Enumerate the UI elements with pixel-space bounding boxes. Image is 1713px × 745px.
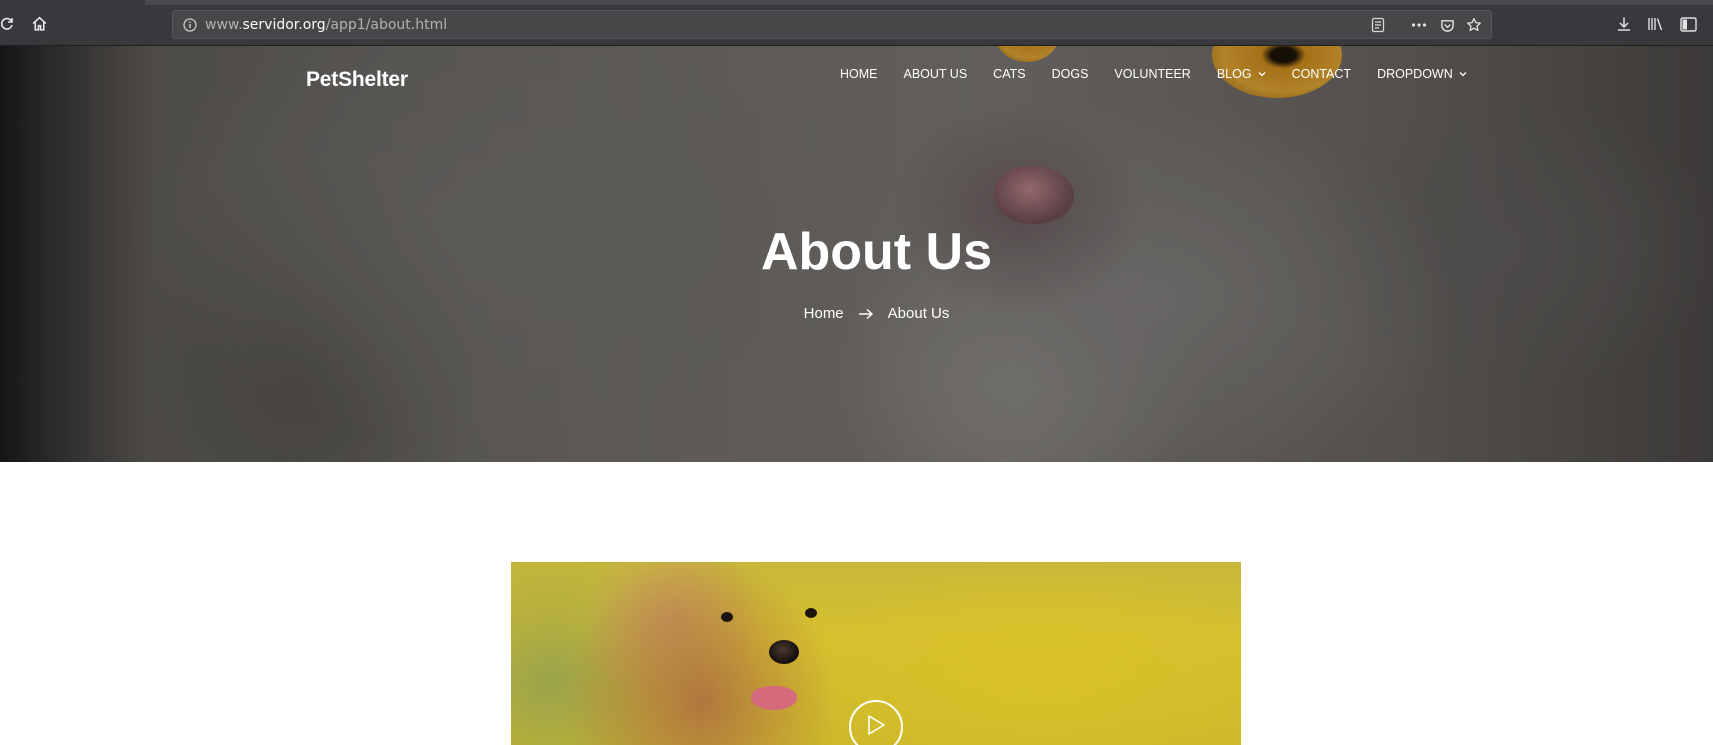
nav-label: CATS xyxy=(993,67,1026,81)
chevron-down-icon xyxy=(1459,71,1467,77)
sidebar-icon[interactable] xyxy=(1678,14,1698,34)
info-icon[interactable] xyxy=(182,17,197,32)
nav-item-dropdown[interactable]: DROPDOWN xyxy=(1377,67,1467,81)
dog-nose xyxy=(769,640,799,664)
nav-label: ABOUT US xyxy=(903,67,968,81)
nav-label: DOGS xyxy=(1051,67,1089,81)
page-title: About Us xyxy=(760,223,993,281)
url-path: /app1/about.html xyxy=(325,17,448,33)
bookmark-star-icon[interactable] xyxy=(1465,16,1483,34)
dog-tongue xyxy=(751,686,797,710)
nav-item-blog[interactable]: BLOG xyxy=(1217,67,1266,81)
library-icon[interactable] xyxy=(1646,14,1666,34)
nav-label: BLOG xyxy=(1216,67,1252,81)
arrow-right-icon xyxy=(858,308,874,320)
nav-label: VOLUNTEER xyxy=(1114,67,1191,81)
browser-toolbar: www.servidor.org/app1/about.html xyxy=(0,0,1713,46)
home-icon[interactable] xyxy=(29,13,49,33)
nav-item-cats[interactable]: CATS xyxy=(993,67,1025,81)
downloads-icon[interactable] xyxy=(1614,14,1634,34)
reload-icon[interactable] xyxy=(0,13,17,33)
url-prefix: www. xyxy=(205,17,243,33)
play-button[interactable] xyxy=(849,700,903,745)
page-actions-icon[interactable] xyxy=(1410,16,1428,34)
dog-eye-left xyxy=(721,612,733,622)
nav-label: CONTACT xyxy=(1291,67,1352,81)
nav-item-about-us[interactable]: ABOUT US xyxy=(904,67,968,81)
breadcrumb-home-link[interactable]: Home xyxy=(804,305,844,322)
nav-item-home[interactable]: HOME xyxy=(840,67,878,81)
nav-item-contact[interactable]: CONTACT xyxy=(1292,67,1352,81)
url-text[interactable]: www.servidor.org/app1/about.html xyxy=(205,16,447,34)
play-icon xyxy=(866,714,886,740)
site-logo[interactable]: PetShelter xyxy=(306,68,408,92)
hero-banner: PetShelter HOME ABOUT US CATS DOGS VOLUN… xyxy=(0,46,1713,462)
nav-item-dogs[interactable]: DOGS xyxy=(1052,67,1089,81)
main-nav: HOME ABOUT US CATS DOGS VOLUNTEER BLOG C… xyxy=(840,67,1493,81)
nav-item-volunteer[interactable]: VOLUNTEER xyxy=(1114,67,1190,81)
tab-strip xyxy=(145,0,1713,5)
pocket-icon[interactable] xyxy=(1438,16,1456,34)
url-host: servidor.org xyxy=(242,17,326,33)
chevron-down-icon xyxy=(1258,71,1266,77)
breadcrumb-current: About Us xyxy=(887,305,950,322)
url-bar[interactable]: www.servidor.org/app1/about.html xyxy=(172,10,1492,39)
dog-eye-right xyxy=(805,608,817,618)
nav-label: HOME xyxy=(840,67,878,81)
reader-view-icon[interactable] xyxy=(1369,16,1387,34)
video-thumbnail[interactable] xyxy=(511,562,1241,745)
breadcrumb: Home About Us xyxy=(0,305,1713,322)
nav-label: DROPDOWN xyxy=(1377,67,1453,81)
